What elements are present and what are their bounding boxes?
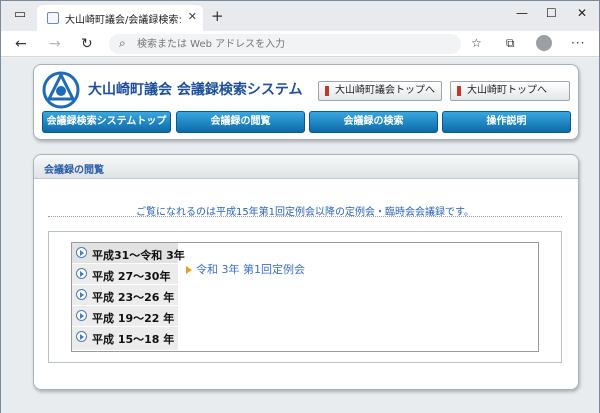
nav-help-button[interactable]: 操作説明 [442,111,571,133]
nav-browse-button[interactable]: 会議録の閲覧 [176,111,305,133]
year-label: 平成 23～26 年 [92,291,175,304]
collections-icon[interactable]: ⧉ [506,36,515,51]
year-list: 平成31～令和 3年 平成 27～30年 平成 23～26 年 平成 19～22… [72,243,185,351]
maximize-icon[interactable]: ☐ [546,6,557,20]
more-menu-icon[interactable]: ··· [571,36,585,50]
circle-arrow-icon [76,289,87,300]
session-link[interactable]: 令和 3年 第1回定例会 [186,263,305,276]
main-nav: 会議録検索システムトップ 会議録の閲覧 会議録の検索 操作説明 [42,111,572,133]
year-item-r1-r3[interactable]: 平成31～令和 3年 [72,243,185,264]
favorites-icon[interactable]: ☆ [471,36,482,50]
browser-window: ▭ 大山崎町議会/会議録検索システ ✕ + — ☐ ✕ ← → ↻ ⌕ ☆ ⧉ … [0,0,600,413]
tab-bar: ▭ 大山崎町議会/会議録検索システ ✕ + — ☐ ✕ [1,1,599,31]
year-label: 平成 15～18 年 [92,333,175,346]
page-content: 大山崎町議会 会議録検索システム 大山崎町議会トップへ 大山崎町トップへ 会議録… [1,58,599,413]
profile-avatar[interactable] [536,35,552,51]
town-top-link[interactable]: 大山崎町トップへ [450,81,570,101]
site-header: 大山崎町議会 会議録検索システム 大山崎町議会トップへ 大山崎町トップへ 会議録… [33,64,579,140]
year-label: 平成31～令和 3年 [92,249,185,262]
circle-arrow-icon [76,310,87,321]
nav-system-top-button[interactable]: 会議録検索システムトップ [42,111,171,133]
town-logo-icon [42,71,80,109]
notice-text: ご覧になれるのは平成15年第1回定例会以降の定例会・臨時会会議録です。 [48,203,562,218]
forward-icon[interactable]: → [49,35,61,53]
tab-close-icon[interactable]: ✕ [188,10,197,23]
browse-panel: 会議録の閲覧 ご覧になれるのは平成15年第1回定例会以降の定例会・臨時会会議録で… [33,154,579,390]
year-item-h15-h18[interactable]: 平成 15～18 年 [72,327,178,351]
browser-toolbar: ← → ↻ ⌕ ☆ ⧉ ··· [1,31,599,57]
year-label: 平成 27～30年 [92,270,171,283]
year-table: 平成31～令和 3年 平成 27～30年 平成 23～26 年 平成 19～22… [71,242,539,352]
favicon-icon [47,12,59,24]
session-list: 令和 3年 第1回定例会 [186,261,305,277]
year-label: 平成 19～22 年 [92,312,175,325]
circle-arrow-icon [76,331,87,342]
window-menu-icon[interactable]: ▭ [11,6,29,24]
year-item-h23-h26[interactable]: 平成 23～26 年 [72,285,178,306]
close-window-icon[interactable]: ✕ [577,6,587,20]
year-browser: 平成31～令和 3年 平成 27～30年 平成 23～26 年 平成 19～22… [48,231,562,363]
back-icon[interactable]: ← [15,35,27,53]
tab-title: 大山崎町議会/会議録検索システ [65,15,181,26]
site-title: 大山崎町議会 会議録検索システム [88,82,303,98]
year-item-h19-h22[interactable]: 平成 19～22 年 [72,306,178,327]
nav-search-button[interactable]: 会議録の検索 [309,111,438,133]
year-item-h27-h30[interactable]: 平成 27～30年 [72,264,178,285]
circle-arrow-icon [76,247,87,258]
browser-tab[interactable]: 大山崎町議会/会議録検索システ ✕ [37,5,203,31]
section-header: 会議録の閲覧 [34,155,578,179]
council-top-link[interactable]: 大山崎町議会トップへ [318,81,442,101]
address-input[interactable] [137,37,437,51]
new-tab-icon[interactable]: + [211,7,224,25]
search-icon: ⌕ [119,36,126,50]
address-bar[interactable]: ⌕ [109,34,461,54]
reload-icon[interactable]: ↻ [81,35,93,53]
section-title: 会議録の閲覧 [44,165,104,176]
minimize-icon[interactable]: — [516,6,528,20]
circle-arrow-icon [76,268,87,279]
